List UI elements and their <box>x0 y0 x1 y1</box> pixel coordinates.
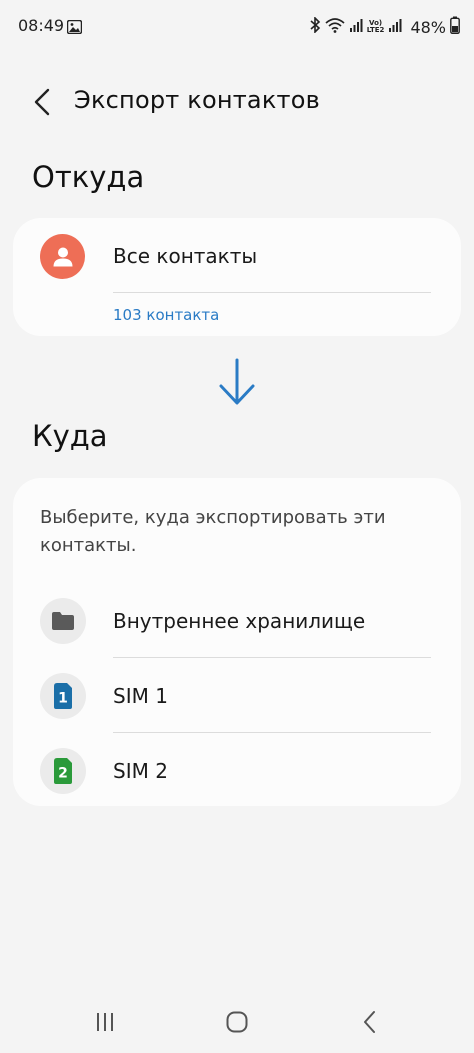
sim1-icon: 1 <box>40 673 86 719</box>
home-icon <box>226 1011 248 1033</box>
status-bar: 08:49 Vo) LTE2 48% <box>0 0 474 56</box>
app-bar: Экспорт контактов <box>0 70 474 134</box>
destination-card: Выберите, куда экспортировать эти контак… <box>13 478 461 806</box>
back-icon <box>364 1011 375 1033</box>
all-contacts-label: Все контакты <box>113 244 258 268</box>
divider <box>113 292 431 293</box>
status-icons: Vo) LTE2 48% <box>310 16 460 38</box>
lte-indicator: Vo) LTE2 <box>367 20 385 34</box>
source-card: Все контакты 103 контакта <box>13 218 461 336</box>
sim1-badge: 1 <box>58 691 68 707</box>
navigation-bar <box>0 990 474 1053</box>
option-sim2[interactable]: 2 SIM 2 <box>13 737 461 807</box>
avatar <box>40 234 85 279</box>
nav-back-button[interactable] <box>350 1004 390 1040</box>
option-label: Внутреннее хранилище <box>113 609 366 633</box>
option-sim1[interactable]: 1 SIM 1 <box>13 662 461 732</box>
back-button[interactable] <box>24 84 60 120</box>
gallery-icon <box>66 19 83 38</box>
recent-apps-button[interactable] <box>85 1004 125 1040</box>
chevron-left-icon <box>34 88 50 116</box>
wifi-icon <box>325 17 345 37</box>
destination-description: Выберите, куда экспортировать эти контак… <box>40 507 386 556</box>
home-button[interactable] <box>217 1004 257 1040</box>
battery-percent: 48% <box>410 17 446 37</box>
status-time: 08:49 <box>18 16 65 35</box>
page-title: Экспорт контактов <box>74 86 320 114</box>
sim2-badge: 2 <box>58 766 68 782</box>
destination-heading: Куда <box>32 419 108 453</box>
contact-count: 103 контакта <box>113 306 220 324</box>
person-icon <box>53 247 72 266</box>
arrow-down-icon <box>217 356 257 412</box>
sim2-icon: 2 <box>40 748 86 794</box>
divider <box>113 732 431 733</box>
bluetooth-icon <box>310 16 321 37</box>
folder-icon <box>40 598 86 644</box>
option-label: SIM 1 <box>113 684 168 708</box>
source-heading: Откуда <box>32 160 145 194</box>
option-internal-storage[interactable]: Внутреннее хранилище <box>13 587 461 657</box>
divider <box>113 657 431 658</box>
lte-bottom-text: LTE2 <box>366 26 385 34</box>
signal-icon <box>388 17 402 37</box>
recent-apps-icon <box>97 1013 113 1031</box>
signal-icon <box>349 17 363 37</box>
option-label: SIM 2 <box>113 759 168 783</box>
battery-icon <box>450 16 460 38</box>
all-contacts-row[interactable]: Все контакты <box>13 218 461 296</box>
